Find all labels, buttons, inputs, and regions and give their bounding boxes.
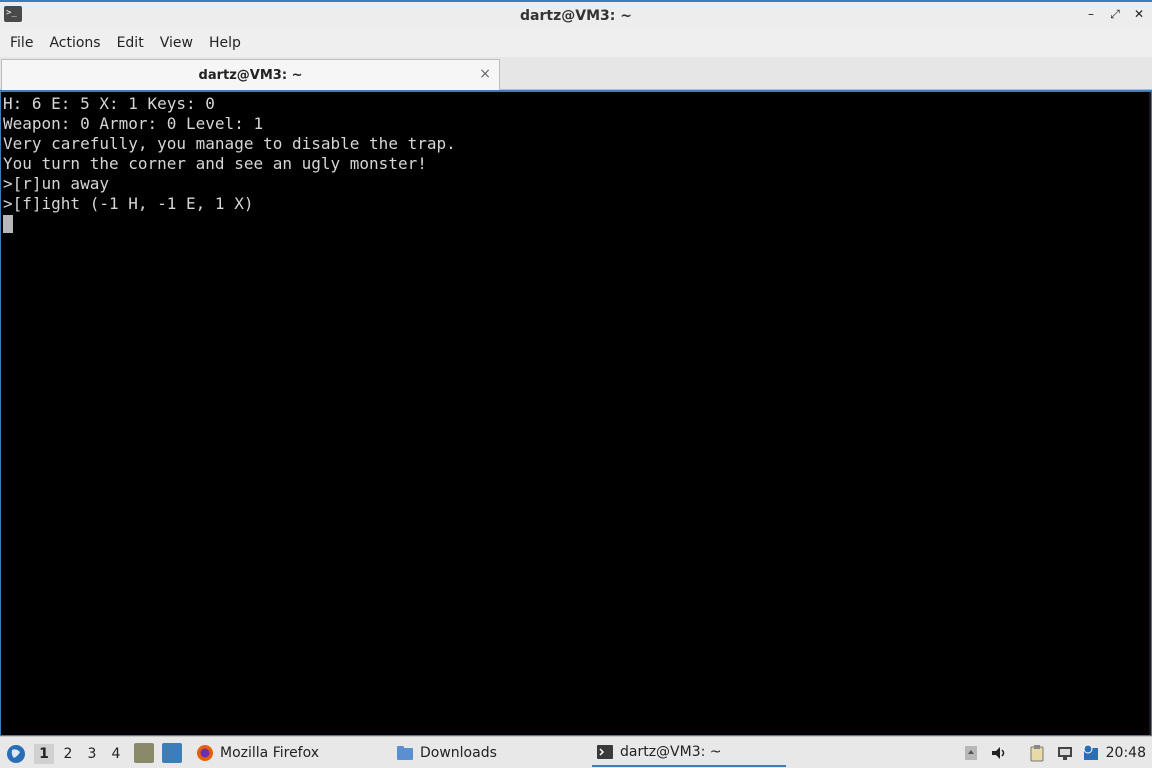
terminal-line: You turn the corner and see an ugly mons… (3, 154, 427, 173)
clipboard-icon[interactable] (1028, 744, 1046, 762)
minimize-button[interactable]: – (1084, 6, 1098, 22)
tab-label: dartz@VM3: ~ (198, 67, 303, 83)
tab-terminal[interactable]: dartz@VM3: ~ × (1, 59, 500, 90)
workspace-3[interactable]: 3 (82, 744, 102, 764)
show-desktop-icon[interactable] (162, 743, 182, 763)
menu-actions[interactable]: Actions (41, 29, 108, 57)
menu-edit[interactable]: Edit (109, 29, 152, 57)
window-title: dartz@VM3: ~ (520, 7, 632, 24)
task-terminal[interactable]: dartz@VM3: ~ (592, 739, 786, 767)
menu-help[interactable]: Help (201, 29, 249, 57)
tray-up-arrow-icon[interactable] (962, 744, 980, 762)
text-cursor (3, 215, 13, 233)
title-bar[interactable]: >_ dartz@VM3: ~ – ⤢ ✕ (0, 0, 1152, 29)
terminal-icon (597, 745, 613, 759)
start-menu-icon[interactable] (6, 744, 26, 764)
terminal-prompt-line (3, 214, 456, 234)
menu-bar: File Actions Edit View Help (0, 29, 1152, 57)
maximize-button[interactable]: ⤢ (1108, 6, 1122, 22)
tab-close-icon[interactable]: × (479, 66, 491, 82)
clock[interactable]: 20:48 (1106, 737, 1146, 768)
network-icon[interactable] (1056, 744, 1074, 762)
taskbar: 1 2 3 4 Mozilla Firefox Downloads dartz@… (0, 736, 1152, 768)
task-label: Downloads (420, 745, 497, 761)
terminal-line: >[f]ight (-1 H, -1 E, 1 X) (3, 194, 254, 213)
terminal-app-icon[interactable]: >_ (4, 6, 22, 22)
task-label: dartz@VM3: ~ (620, 744, 722, 760)
firefox-icon (197, 745, 213, 761)
update-notification-icon[interactable] (1082, 744, 1100, 762)
workspace-1[interactable]: 1 (34, 744, 54, 764)
workspace-2[interactable]: 2 (58, 744, 78, 764)
menu-file[interactable]: File (2, 29, 41, 57)
tab-bar: dartz@VM3: ~ × (0, 57, 1152, 90)
terminal-line: Very carefully, you manage to disable th… (3, 134, 456, 153)
terminal-scrollbar[interactable] (1149, 92, 1151, 735)
terminal-line: >[r]un away (3, 174, 109, 193)
task-label: Mozilla Firefox (220, 745, 320, 761)
terminal-output[interactable]: H: 6 E: 5 X: 1 Keys: 0 Weapon: 0 Armor: … (0, 90, 1152, 736)
menu-view[interactable]: View (152, 29, 201, 57)
task-firefox[interactable]: Mozilla Firefox (192, 739, 382, 767)
workspace-4[interactable]: 4 (106, 744, 126, 764)
folder-icon (397, 746, 413, 760)
file-manager-launcher-icon[interactable] (134, 743, 154, 763)
terminal-line: H: 6 E: 5 X: 1 Keys: 0 (3, 94, 215, 113)
terminal-line: Weapon: 0 Armor: 0 Level: 1 (3, 114, 264, 133)
close-button[interactable]: ✕ (1132, 6, 1146, 22)
task-downloads[interactable]: Downloads (392, 739, 582, 767)
volume-icon[interactable] (990, 744, 1008, 762)
